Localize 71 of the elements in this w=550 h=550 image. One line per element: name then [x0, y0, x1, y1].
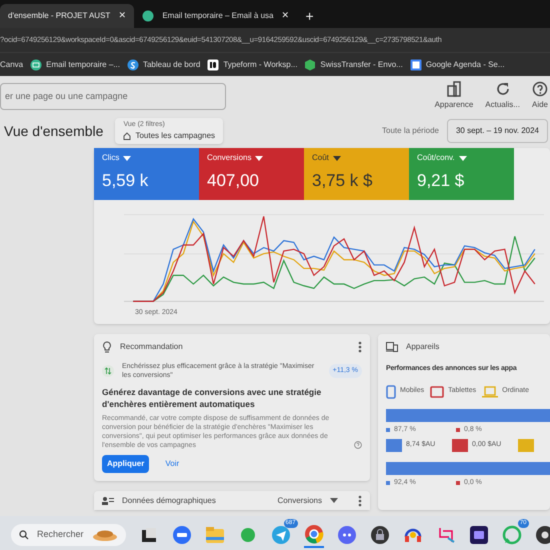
letter-icon: [126, 58, 139, 70]
date-range-field[interactable]: 30 sept. – 19 nov. 2024: [446, 119, 548, 143]
metric-value: 3,75 k $: [312, 170, 374, 192]
card-title: Appareils: [406, 341, 440, 353]
browser-tab[interactable]: Email temporaire – Email à usa ✕: [134, 4, 298, 28]
metric-value: 5,59 k: [102, 170, 150, 192]
bookmark[interactable]: Typeform - Worksp...: [223, 58, 298, 70]
more-icon[interactable]: [358, 341, 362, 353]
search-placeholder: Rechercher: [37, 528, 84, 542]
calendar-icon: [410, 58, 422, 70]
metric-label: Coût: [312, 152, 329, 164]
record-icon[interactable]: [534, 525, 550, 545]
metric-dropdown[interactable]: Conversions: [278, 494, 322, 506]
close-icon[interactable]: ✕: [281, 9, 290, 23]
square-icon: [207, 58, 220, 70]
bookmark[interactable]: Email temporaire –...: [46, 58, 120, 70]
caret-icon: [123, 156, 132, 160]
filter-value: Toutes les campagnes: [135, 130, 216, 142]
help-icon[interactable]: [354, 441, 362, 449]
tab-title: d'ensemble - PROJET AUST: [8, 10, 110, 22]
view-link[interactable]: Voir: [165, 458, 180, 470]
search-icon: [19, 530, 29, 540]
help-icon: [532, 81, 548, 97]
close-icon[interactable]: ✕: [118, 9, 126, 23]
bookmark[interactable]: Google Agenda - Se...: [426, 58, 505, 70]
more-icon[interactable]: [358, 494, 362, 506]
people-list-icon: [102, 496, 114, 506]
bookmark[interactable]: Tableau de bord: [142, 58, 200, 70]
devices-icon: [386, 342, 398, 352]
bid-arrows-icon: [102, 365, 114, 377]
metric-label: Conversions: [207, 152, 252, 164]
home-icon: [123, 132, 132, 140]
bookmark[interactable]: Canva: [0, 58, 24, 70]
caret-icon: [458, 156, 467, 160]
search-field[interactable]: er une page ou une campagne: [0, 82, 226, 110]
caret-icon: [330, 498, 338, 503]
recommendation-heading: Générez davantage de conversions avec une stratégie d'enchères entièrement automatiques: [102, 386, 322, 410]
toolbar-button[interactable]: Actualis...: [485, 99, 520, 111]
bookmark[interactable]: SwissTransfer - Envo...: [320, 58, 403, 70]
lightbulb-icon: [102, 341, 112, 353]
refresh-icon: [494, 81, 511, 97]
metric-card[interactable]: Clics 5,59 k: [94, 148, 199, 200]
laptop-icon: [482, 386, 498, 398]
metric-card[interactable]: Conversions 407,00: [199, 148, 304, 200]
new-tab-button[interactable]: +: [297, 4, 322, 28]
metric-value: 9,21 $: [417, 170, 466, 192]
folder-icon[interactable]: [204, 526, 225, 544]
caret-icon: [332, 156, 341, 160]
card-title: Recommandation: [120, 341, 184, 353]
taskbar-search[interactable]: Rechercher: [11, 524, 126, 546]
tab-title: Email temporaire – Email à usa: [162, 10, 274, 22]
toolbar-button[interactable]: Aide: [532, 99, 548, 111]
period-label: Toute la période: [382, 125, 439, 137]
metric-label: Coût/conv.: [417, 152, 455, 164]
layout-icon: [446, 81, 462, 97]
metric-label: Clics: [102, 152, 120, 164]
widgets-icon[interactable]: [140, 526, 158, 544]
card-title: Données démographiques: [122, 494, 217, 506]
metric-card[interactable]: Coût/conv. 9,21 $: [409, 148, 514, 200]
metric-card[interactable]: Coût 3,75 k $: [304, 148, 409, 200]
chrome-icon[interactable]: [304, 524, 324, 544]
cube-icon: [304, 58, 316, 70]
phone-icon: [386, 384, 396, 398]
page-title: Vue d'ensemble: [4, 122, 104, 140]
toolbar-button[interactable]: Apparence: [434, 99, 474, 111]
metric-value: 407,00: [207, 170, 260, 192]
caret-icon: [255, 156, 264, 160]
pie-icon: [92, 528, 118, 542]
apply-button[interactable]: Appliquer: [102, 455, 150, 473]
tablet-icon: [430, 386, 444, 398]
browser-tab[interactable]: d'ensemble - PROJET AUST ✕: [0, 4, 134, 28]
